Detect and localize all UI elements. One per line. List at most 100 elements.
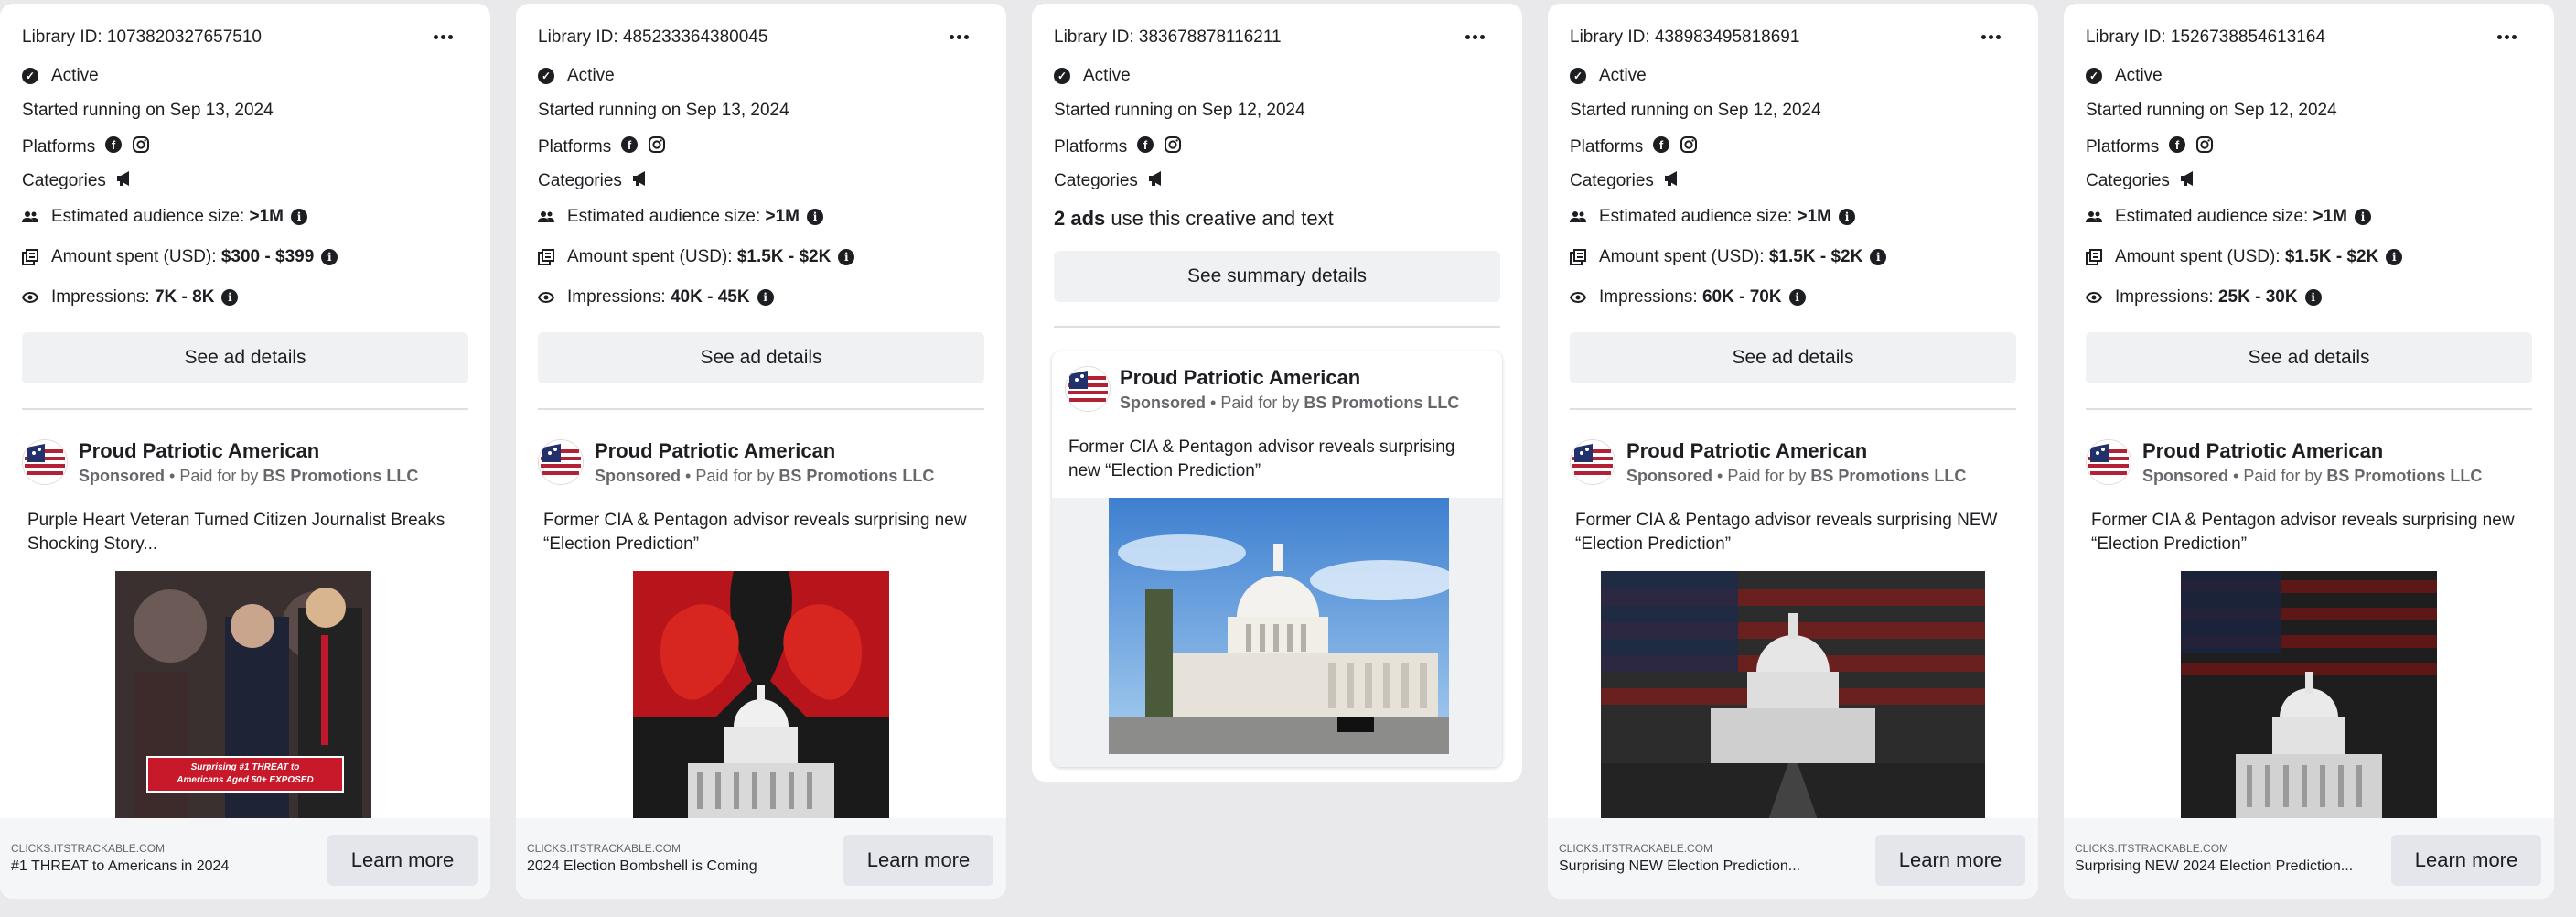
page-name[interactable]: Proud Patriotic American	[79, 439, 319, 463]
ad-image[interactable]	[633, 571, 889, 827]
status-text: Active	[567, 66, 615, 85]
library-id: Library ID: 485233364380045	[538, 27, 768, 47]
see-ad-details-button[interactable]: See ad details	[2086, 332, 2532, 383]
page-name[interactable]: Proud Patriotic American	[1120, 366, 1360, 390]
ad-body-text: Former CIA & Pentagon advisor reveals su…	[1068, 437, 1455, 480]
info-icon[interactable]: i	[807, 209, 824, 225]
avatar[interactable]	[538, 439, 584, 485]
impressions-label: Impressions:	[1599, 287, 1698, 307]
image-caption: Surprising #1 THREAT to Americans Aged 5…	[146, 756, 344, 793]
audience-value: >1M	[2313, 207, 2348, 226]
status-text: Active	[51, 66, 99, 85]
ad-image[interactable]	[1109, 498, 1449, 754]
link-domain: CLICKS.ITSTRACKABLE.COM	[11, 842, 166, 855]
ads-count-suffix: use this creative and text	[1105, 207, 1334, 230]
spent-row: Amount spent (USD): $300 - $399 i	[22, 247, 338, 267]
status-row: ✓ Active	[1054, 66, 1131, 86]
paid-for-label: • Paid for by	[1712, 467, 1811, 485]
avatar[interactable]	[1570, 439, 1615, 485]
info-icon[interactable]: i	[757, 289, 774, 306]
ad-image[interactable]	[1601, 571, 1985, 827]
see-ad-details-button[interactable]: See ad details	[22, 332, 468, 383]
categories-row: Categories	[22, 170, 135, 192]
categories-label: Categories	[2086, 171, 2170, 190]
facebook-icon: f	[1652, 135, 1670, 159]
ad-footer[interactable]: CLICKS.ITSTRACKABLE.COM Surprising NEW 2…	[2064, 818, 2554, 899]
sponsored-line: Sponsored • Paid for by BS Promotions LL…	[2142, 467, 2482, 486]
people-icon	[1570, 209, 1586, 225]
ad-preview: Proud Patriotic American Sponsored • Pai…	[1052, 351, 1502, 767]
info-icon[interactable]: i	[321, 249, 338, 265]
started-running: Started running on Sep 13, 2024	[22, 101, 274, 120]
ad-preview: Proud Patriotic American Sponsored • Pai…	[0, 434, 490, 899]
see-summary-details-button[interactable]: See summary details	[1054, 251, 1500, 302]
ads-count-text: 2 ads use this creative and text	[1054, 207, 1334, 231]
spent-value: $1.5K - $2K	[1768, 247, 1863, 266]
instagram-icon	[132, 135, 150, 159]
see-ad-details-button[interactable]: See ad details	[1570, 332, 2016, 383]
check-circle-icon: ✓	[538, 68, 554, 84]
more-options-icon[interactable]	[434, 35, 454, 40]
spent-label: Amount spent (USD):	[1599, 247, 1765, 266]
impressions-row: Impressions: 7K - 8K i	[22, 287, 239, 307]
spent-row: Amount spent (USD): $1.5K - $2K i	[1570, 247, 1887, 267]
audience-row: Estimated audience size: >1M i	[22, 207, 308, 227]
page-name[interactable]: Proud Patriotic American	[595, 439, 835, 463]
info-icon[interactable]: i	[2386, 249, 2403, 265]
sponsored-label: Sponsored	[1626, 467, 1713, 485]
ad-image[interactable]: Surprising #1 THREAT to Americans Aged 5…	[115, 571, 371, 827]
megaphone-icon	[1147, 170, 1167, 192]
info-icon[interactable]: i	[1788, 289, 1806, 306]
ad-body-text: Purple Heart Veteran Turned Citizen Jour…	[27, 511, 445, 554]
svg-text:f: f	[1143, 138, 1148, 152]
ad-footer[interactable]: CLICKS.ITSTRACKABLE.COM Surprising NEW E…	[1548, 818, 2038, 899]
svg-text:f: f	[628, 138, 632, 152]
audience-value: >1M	[1797, 207, 1832, 226]
learn-more-button[interactable]: Learn more	[1875, 835, 2025, 886]
info-icon[interactable]: i	[221, 289, 239, 306]
learn-more-button[interactable]: Learn more	[843, 835, 993, 886]
library-id: Library ID: 383678878116211	[1054, 27, 1282, 47]
more-options-icon[interactable]	[2497, 35, 2517, 40]
instagram-icon	[1164, 135, 1182, 159]
check-circle-icon: ✓	[1570, 68, 1586, 84]
ad-image[interactable]	[2181, 571, 2437, 827]
info-icon[interactable]: i	[2304, 289, 2322, 306]
info-icon[interactable]: i	[2355, 209, 2372, 225]
info-icon[interactable]: i	[1870, 249, 1887, 265]
sponsored-label: Sponsored	[2142, 467, 2229, 485]
facebook-icon: f	[1136, 135, 1154, 159]
caption-line: Surprising #1 THREAT to	[190, 762, 300, 772]
ad-footer[interactable]: CLICKS.ITSTRACKABLE.COM #1 THREAT to Ame…	[0, 818, 490, 899]
paid-for-label: • Paid for by	[2228, 467, 2327, 485]
learn-more-button[interactable]: Learn more	[2391, 835, 2541, 886]
page-name[interactable]: Proud Patriotic American	[2142, 439, 2383, 463]
library-id: Library ID: 1526738854613164	[2086, 27, 2325, 47]
ad-card: Library ID: 1526738854613164 ✓ Active St…	[2064, 4, 2554, 899]
categories-label: Categories	[1054, 171, 1138, 190]
divider	[2086, 408, 2532, 410]
avatar[interactable]	[1065, 366, 1111, 412]
more-options-icon[interactable]	[950, 35, 970, 40]
more-options-icon[interactable]	[1981, 35, 2002, 40]
see-ad-details-button[interactable]: See ad details	[538, 332, 984, 383]
ad-footer[interactable]: CLICKS.ITSTRACKABLE.COM 2024 Election Bo…	[516, 818, 1006, 899]
page-name[interactable]: Proud Patriotic American	[1626, 439, 1867, 463]
more-options-icon[interactable]	[1465, 35, 1486, 40]
spent-value: $1.5K - $2K	[2284, 247, 2379, 266]
impressions-row: Impressions: 40K - 45K i	[538, 287, 774, 307]
learn-more-button[interactable]: Learn more	[327, 835, 478, 886]
instagram-icon	[648, 135, 666, 159]
ad-body-text: Former CIA & Pentagon advisor reveals su…	[543, 511, 967, 554]
avatar[interactable]	[2086, 439, 2131, 485]
avatar[interactable]	[22, 439, 68, 485]
check-circle-icon: ✓	[2086, 68, 2102, 84]
money-icon	[538, 249, 554, 265]
impressions-label: Impressions:	[567, 287, 666, 307]
info-icon[interactable]: i	[291, 209, 308, 225]
info-icon[interactable]: i	[838, 249, 855, 265]
sponsor-name: BS Promotions LLC	[2326, 467, 2483, 485]
impressions-value: 25K - 30K	[2217, 287, 2298, 307]
link-headline: #1 THREAT to Americans in 2024	[11, 858, 230, 874]
info-icon[interactable]: i	[1839, 209, 1856, 225]
